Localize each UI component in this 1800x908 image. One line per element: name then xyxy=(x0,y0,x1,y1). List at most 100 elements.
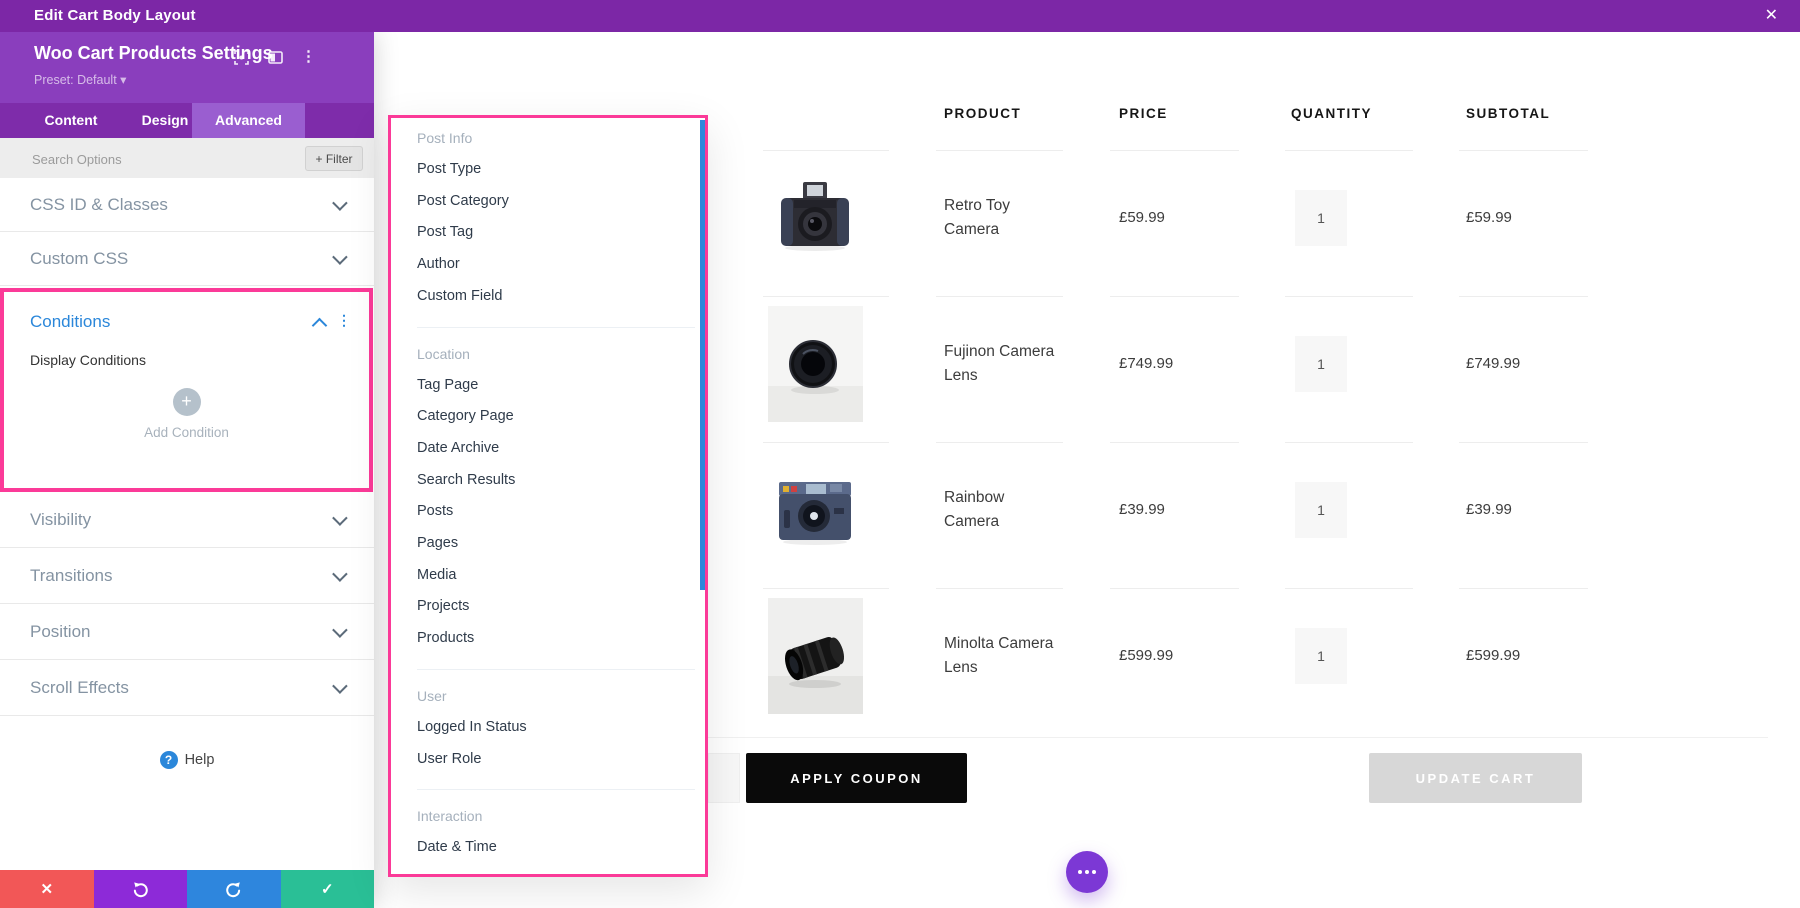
conditions-section-title[interactable]: Conditions xyxy=(30,312,110,332)
group-divider xyxy=(417,669,695,670)
row-divider xyxy=(1110,150,1239,151)
accordion-section-visibility[interactable]: Visibility xyxy=(0,492,374,548)
condition-option-search-results[interactable]: Search Results xyxy=(391,465,705,497)
condition-option-date-time[interactable]: Date & Time xyxy=(391,832,705,864)
add-condition-label[interactable]: Add Condition xyxy=(4,425,369,440)
row-divider xyxy=(1459,588,1588,589)
preset-dropdown[interactable]: Preset: Default ▾ xyxy=(34,72,126,87)
row-divider xyxy=(1285,588,1413,589)
dot xyxy=(1078,870,1082,874)
condition-option-user-role[interactable]: User Role xyxy=(391,744,705,776)
product-image-retro-toy-camera xyxy=(768,160,863,276)
condition-option-category-page[interactable]: Category Page xyxy=(391,401,705,433)
product-image-camera-lens-side xyxy=(768,598,863,714)
condition-group-label: Post Info xyxy=(391,122,705,154)
condition-group-label: Location xyxy=(391,338,705,370)
topbar-title: Edit Cart Body Layout xyxy=(34,0,196,32)
chevron-up-icon[interactable] xyxy=(312,318,328,334)
undo-button[interactable] xyxy=(94,870,188,908)
accordion-section-transitions[interactable]: Transitions xyxy=(0,548,374,604)
discard-button[interactable]: ✕ xyxy=(0,870,94,908)
update-cart-button[interactable]: UPDATE CART xyxy=(1369,753,1582,803)
product-image-camera-lens-front xyxy=(768,306,863,422)
row-divider xyxy=(1110,296,1239,297)
product-subtotal: £749.99 xyxy=(1466,355,1520,372)
quantity-input[interactable]: 1 xyxy=(1295,628,1347,684)
row-divider xyxy=(936,442,1063,443)
column-header-product: PRODUCT xyxy=(944,106,1021,121)
condition-option-products[interactable]: Products xyxy=(391,623,705,655)
accordion-section-scroll-effects[interactable]: Scroll Effects xyxy=(0,660,374,716)
split-view-icon[interactable] xyxy=(267,49,283,65)
condition-option-tag-page[interactable]: Tag Page xyxy=(391,370,705,402)
save-button[interactable]: ✓ xyxy=(281,870,375,908)
condition-option-posts[interactable]: Posts xyxy=(391,496,705,528)
settings-panel-header: Woo Cart Products Settings Preset: Defau… xyxy=(0,32,374,103)
condition-option-pages[interactable]: Pages xyxy=(391,528,705,560)
dot xyxy=(1085,870,1089,874)
condition-option-projects[interactable]: Projects xyxy=(391,591,705,623)
divi-builder-screen: Edit Cart Body Layout ✕ PRODUCTPRICEQUAN… xyxy=(0,0,1800,908)
row-divider xyxy=(936,296,1063,297)
accordion-section-custom-css[interactable]: Custom CSS xyxy=(0,232,374,286)
conditions-kebab-icon[interactable]: ⋮ xyxy=(337,312,351,329)
help-button[interactable]: ? Help xyxy=(0,738,374,782)
page-settings-ellipsis-button[interactable] xyxy=(1066,851,1108,893)
quantity-input[interactable]: 1 xyxy=(1295,336,1347,392)
settings-panel: Woo Cart Products Settings Preset: Defau… xyxy=(0,32,374,908)
product-price: £599.99 xyxy=(1119,647,1173,664)
chevron-down-icon xyxy=(332,622,348,638)
accordion-top: CSS ID & Classes Custom CSS xyxy=(0,178,374,286)
scrollbar-thumb[interactable] xyxy=(700,120,705,590)
plus-icon[interactable]: + xyxy=(173,388,201,416)
quantity-input[interactable]: 1 xyxy=(1295,482,1347,538)
focus-icon[interactable] xyxy=(233,49,249,65)
row-divider xyxy=(1459,150,1588,151)
panel-footer-buttons: ✕✓ xyxy=(0,870,374,908)
product-subtotal: £59.99 xyxy=(1466,209,1512,226)
tab-advanced[interactable]: Advanced xyxy=(192,103,305,138)
accordion-section-title: CSS ID & Classes xyxy=(30,195,333,215)
condition-option-author[interactable]: Author xyxy=(391,249,705,281)
add-condition-button[interactable]: + Add Condition xyxy=(4,388,369,440)
chevron-down-icon xyxy=(332,678,348,694)
product-subtotal: £599.99 xyxy=(1466,647,1520,664)
add-condition-dropdown: Post InfoPost TypePost CategoryPost TagA… xyxy=(388,115,708,877)
row-divider xyxy=(763,588,889,589)
coupon-code-input[interactable] xyxy=(708,753,740,803)
redo-button[interactable] xyxy=(187,870,281,908)
condition-group-label: User xyxy=(391,680,705,712)
search-options-bar: + Filter xyxy=(0,138,374,178)
row-divider xyxy=(1110,588,1239,589)
conditions-section-highlighted: Conditions ⋮ Display Conditions + Add Co… xyxy=(0,288,373,492)
filter-button[interactable]: + Filter xyxy=(305,146,363,171)
condition-option-post-tag[interactable]: Post Tag xyxy=(391,217,705,249)
search-input[interactable] xyxy=(30,138,284,180)
kebab-menu-icon[interactable]: ⋮ xyxy=(301,49,316,65)
product-name: RainbowCamera xyxy=(944,486,1084,534)
condition-option-post-category[interactable]: Post Category xyxy=(391,186,705,218)
product-subtotal: £39.99 xyxy=(1466,501,1512,518)
builder-topbar: Edit Cart Body Layout ✕ xyxy=(0,0,1800,32)
apply-coupon-button[interactable]: APPLY COUPON xyxy=(746,753,967,803)
condition-option-custom-field[interactable]: Custom Field xyxy=(391,281,705,313)
condition-option-post-type[interactable]: Post Type xyxy=(391,154,705,186)
condition-option-date-archive[interactable]: Date Archive xyxy=(391,433,705,465)
row-divider xyxy=(1459,442,1588,443)
accordion-section-css-id-classes[interactable]: CSS ID & Classes xyxy=(0,178,374,232)
condition-option-logged-in-status[interactable]: Logged In Status xyxy=(391,712,705,744)
group-divider xyxy=(417,327,695,328)
close-icon[interactable]: ✕ xyxy=(1765,0,1778,32)
caret-down-icon: ▾ xyxy=(120,73,126,87)
column-header-subtotal: SUBTOTAL xyxy=(1466,106,1550,121)
chevron-down-icon xyxy=(332,566,348,582)
group-divider xyxy=(417,789,695,790)
quantity-input[interactable]: 1 xyxy=(1295,190,1347,246)
chevron-down-icon xyxy=(332,510,348,526)
column-header-quantity: QUANTITY xyxy=(1291,106,1372,121)
accordion-section-position[interactable]: Position xyxy=(0,604,374,660)
settings-tabs: ContentDesignAdvanced xyxy=(0,103,374,138)
condition-options-list: Post InfoPost TypePost CategoryPost TagA… xyxy=(391,122,705,864)
condition-option-media[interactable]: Media xyxy=(391,560,705,592)
row-divider xyxy=(763,442,889,443)
